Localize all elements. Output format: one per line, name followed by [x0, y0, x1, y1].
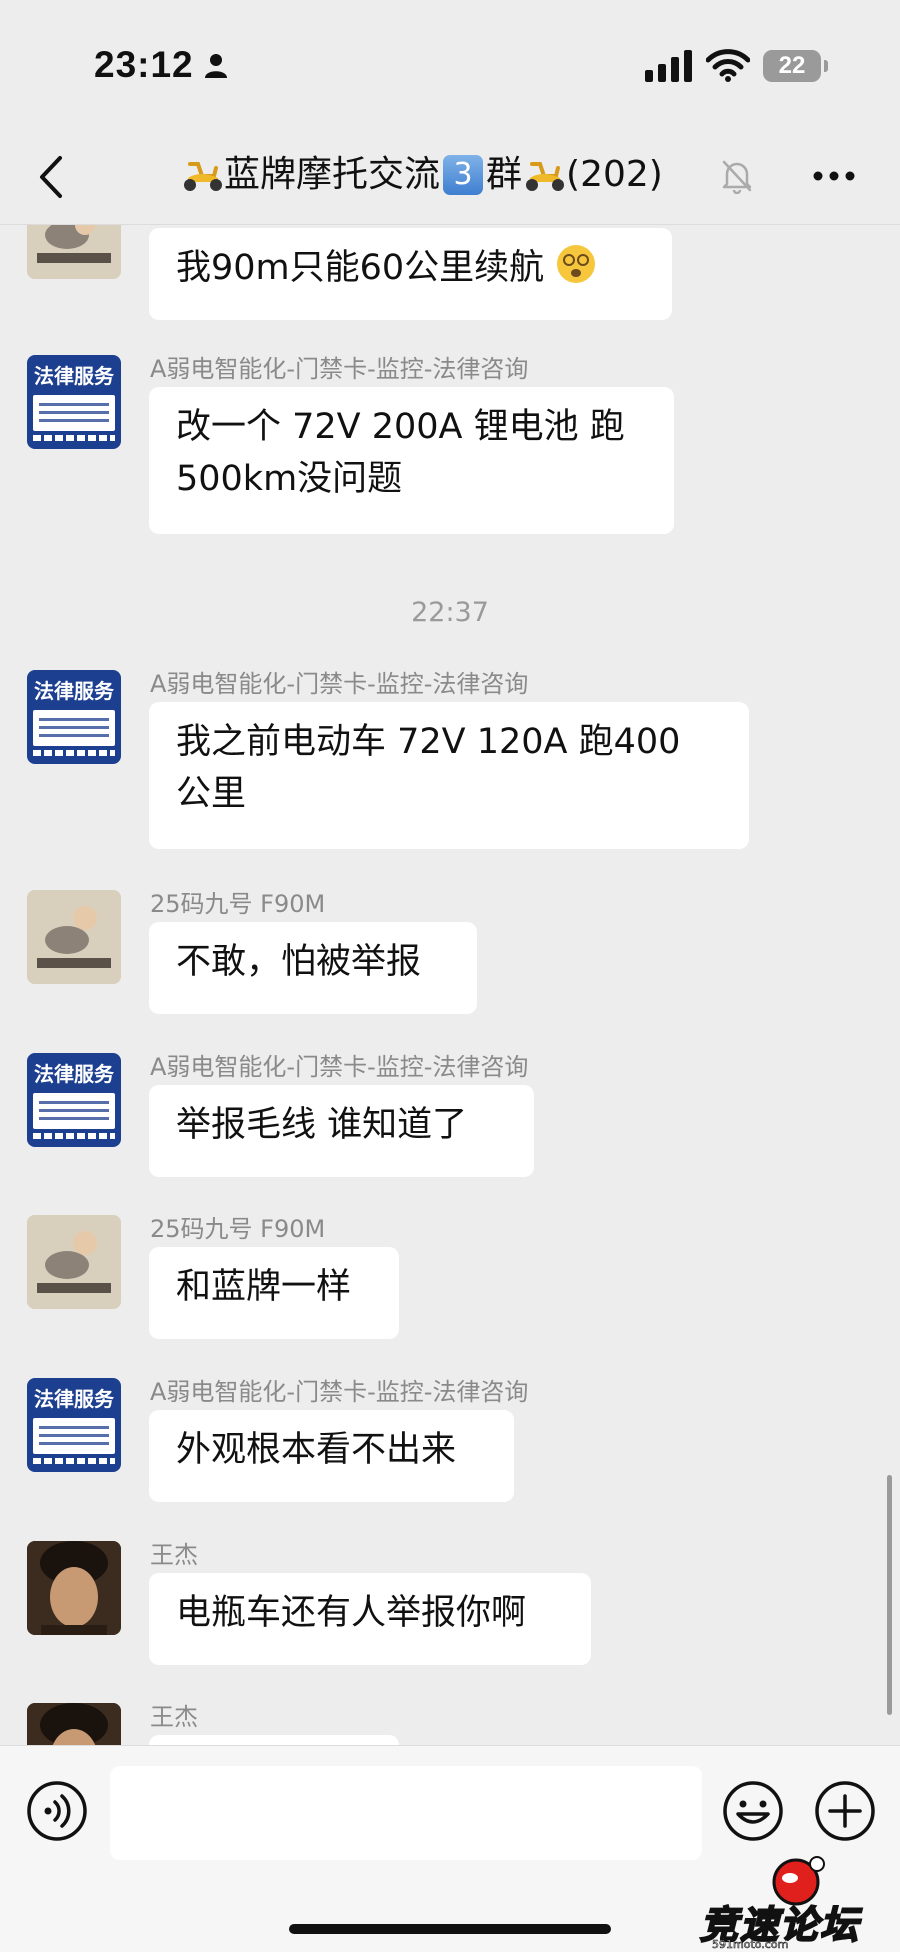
- avatar-decoration: [33, 1093, 115, 1129]
- back-icon[interactable]: [36, 152, 66, 202]
- avatar[interactable]: 法律服务: [27, 1053, 121, 1147]
- avatar-legal-text: 法律服务: [34, 1387, 114, 1411]
- message-bubble[interactable]: 我之前电动车 72V 120A 跑400 公里: [149, 702, 749, 849]
- mute-bell-icon: [722, 160, 752, 194]
- sender-name: A弱电智能化-门禁卡-监控-法律咨询: [150, 1053, 529, 1081]
- watermark-logo: 竞速论坛 591moto.com: [699, 1856, 896, 1952]
- sender-name: A弱电智能化-门禁卡-监控-法律咨询: [150, 1378, 529, 1406]
- message-text-line: 改一个 72V 200A 锂电池 跑: [176, 407, 625, 447]
- avatar-legal-text: 法律服务: [34, 679, 114, 703]
- home-indicator[interactable]: [289, 1924, 611, 1934]
- avatar[interactable]: [27, 890, 121, 984]
- message-bubble[interactable]: 电瓶车还有人举报你啊: [149, 1573, 591, 1665]
- message-text: 电瓶车还有人举报你啊: [176, 1593, 527, 1633]
- status-bar: 23:12 22: [0, 0, 900, 130]
- message-text: 不敢，怕被举报: [176, 942, 422, 982]
- avatar-decoration: [33, 435, 115, 441]
- sender-name: 王杰: [150, 1541, 198, 1569]
- message-bubble[interactable]: [149, 1735, 399, 1745]
- member-count: (202): [566, 154, 663, 195]
- chat-header: 蓝牌摩托交流 3 群 (202): [0, 130, 900, 225]
- message-text-line: 500km没问题: [176, 459, 403, 499]
- avatar-image: [27, 890, 121, 984]
- avatar[interactable]: [27, 1541, 121, 1635]
- dizzy-face-emoji: [557, 245, 596, 283]
- scooter-icon: [184, 162, 222, 191]
- chat-title: 蓝牌摩托交流 3 群 (202): [180, 150, 663, 200]
- avatar[interactable]: 法律服务: [27, 670, 121, 764]
- message-bubble[interactable]: 我90m只能60公里续航: [149, 228, 672, 320]
- message-bubble[interactable]: 不敢，怕被举报: [149, 922, 477, 1014]
- battery-indicator: 22: [763, 50, 821, 82]
- avatar-image: [27, 1215, 121, 1309]
- avatar-decoration: [33, 710, 115, 746]
- voice-input-icon[interactable]: [26, 1780, 88, 1842]
- avatar[interactable]: 法律服务: [27, 1378, 121, 1472]
- battery-tip: [824, 60, 828, 72]
- message-list[interactable]: 我90m只能60公里续航 法律服务 A弱电智能化-门禁卡-监控-法律咨询 改一个…: [0, 225, 900, 1745]
- message-input[interactable]: [110, 1766, 702, 1860]
- message-bubble[interactable]: 和蓝牌一样: [149, 1247, 399, 1339]
- avatar-decoration: [33, 750, 115, 756]
- sender-name: A弱电智能化-门禁卡-监控-法律咨询: [150, 355, 529, 383]
- person-icon: [205, 54, 227, 78]
- more-options-icon[interactable]: [812, 170, 856, 182]
- message-bubble[interactable]: 改一个 72V 200A 锂电池 跑 500km没问题: [149, 387, 674, 534]
- message-text: 我90m只能60公里续航: [176, 248, 545, 288]
- chat-title-suffix: 群: [486, 154, 523, 195]
- wifi-icon: [706, 49, 750, 82]
- signal-icon: [645, 50, 692, 82]
- scooter-icon: [526, 162, 565, 191]
- sender-name: A弱电智能化-门禁卡-监控-法律咨询: [150, 670, 529, 698]
- message-text-line: 我之前电动车 72V 120A 跑400: [176, 722, 681, 762]
- message-bubble[interactable]: 外观根本看不出来: [149, 1410, 514, 1502]
- message-text: 举报毛线 谁知道了: [176, 1105, 468, 1145]
- chat-title-text: 蓝牌摩托交流: [224, 154, 441, 195]
- plus-icon[interactable]: [814, 1780, 876, 1842]
- avatar-decoration: [33, 1418, 115, 1454]
- avatar-decoration: [33, 395, 115, 431]
- status-time: 23:12: [94, 44, 194, 85]
- avatar[interactable]: [27, 1703, 121, 1745]
- avatar-legal-text: 法律服务: [34, 364, 114, 388]
- emoji-icon[interactable]: [722, 1780, 784, 1842]
- avatar-legal-text: 法律服务: [34, 1062, 114, 1086]
- group-number-badge: 3: [443, 155, 484, 195]
- avatar-image: [27, 1541, 121, 1635]
- avatar-decoration: [33, 1458, 115, 1464]
- avatar[interactable]: [27, 1215, 121, 1309]
- watermark-sub: 591moto.com: [712, 1938, 789, 1952]
- message-text-line: 公里: [176, 774, 247, 814]
- message-text: 外观根本看不出来: [176, 1430, 457, 1470]
- sender-name: 王杰: [150, 1703, 198, 1731]
- input-bar: 竞速论坛 591moto.com: [0, 1745, 900, 1952]
- avatar-image: [27, 225, 121, 279]
- avatar-decoration: [33, 1133, 115, 1139]
- time-divider: 22:37: [411, 597, 489, 628]
- scrollbar[interactable]: [887, 1475, 892, 1715]
- avatar[interactable]: [27, 225, 121, 279]
- message-bubble[interactable]: 举报毛线 谁知道了: [149, 1085, 534, 1177]
- sender-name: 25码九号 F90M: [150, 890, 326, 918]
- avatar[interactable]: 法律服务: [27, 355, 121, 449]
- avatar-image: [27, 1703, 121, 1745]
- message-text: 和蓝牌一样: [176, 1267, 352, 1307]
- sender-name: 25码九号 F90M: [150, 1215, 326, 1243]
